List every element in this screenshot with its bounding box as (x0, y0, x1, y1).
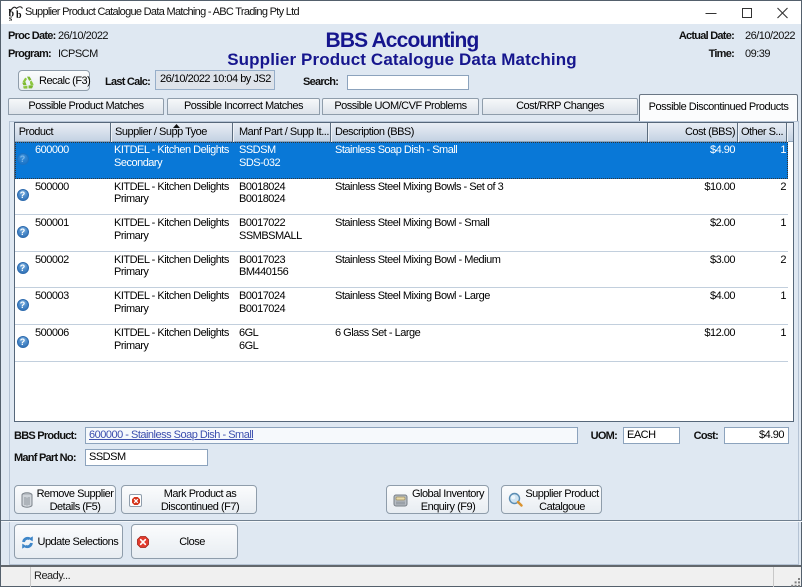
svg-text:s: s (9, 14, 12, 21)
svg-text:b: b (16, 10, 22, 21)
